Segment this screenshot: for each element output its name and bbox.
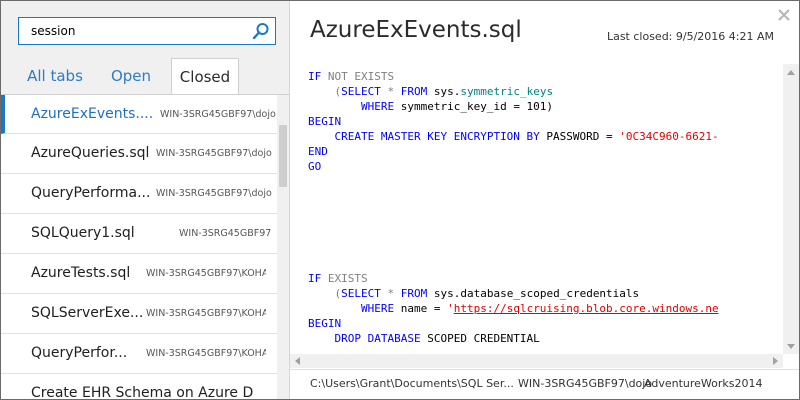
left-panel: session All tabs Open Closed AzureExEven… xyxy=(1,1,290,399)
close-icon[interactable] xyxy=(777,8,791,22)
code-token: ( xyxy=(308,287,342,300)
tab-closed[interactable]: Closed xyxy=(171,58,239,95)
list-item[interactable]: SQLServerExe... WIN-3SRG45GBF97\KOHAI xyxy=(1,294,277,334)
scroll-right-icon[interactable] xyxy=(773,357,778,365)
code-line: BEGIN xyxy=(308,317,342,330)
list-item-server: WIN-3SRG45GBF97\KOHAI xyxy=(146,348,266,359)
code-token: sys. xyxy=(427,85,461,98)
code-token: https://sqlcruising.blob.core.windows.ne xyxy=(453,302,719,315)
search-input[interactable]: session xyxy=(31,24,75,38)
code-token: SCOPED CREDENTIAL xyxy=(420,332,540,344)
code-token: '0C34C960-6621- xyxy=(619,130,719,143)
code-line: BEGIN xyxy=(308,115,342,128)
code-token: NOT EXISTS xyxy=(327,70,395,83)
list-item-server: WIN-3SRG45GBF97\dojo xyxy=(156,188,272,199)
tab-open[interactable]: Open xyxy=(101,58,161,95)
list-item-name: SQLQuery1.sql xyxy=(31,225,135,241)
list-item-server: WIN-3SRG45GBF97\KOHAI xyxy=(146,268,266,279)
closed-file-list: AzureExEvents.... WIN-3SRG45GBF97\dojo A… xyxy=(1,95,277,399)
closed-tabs-window: session All tabs Open Closed AzureExEven… xyxy=(0,0,800,400)
list-item-name: AzureExEvents.... xyxy=(31,106,154,122)
list-item[interactable]: QueryPerfor... WIN-3SRG45GBF97\KOHAI xyxy=(1,334,277,374)
code-token: CREATE MASTER KEY ENCRYPTION BY xyxy=(334,130,540,143)
tab-bar: All tabs Open Closed xyxy=(1,58,289,95)
code-horizontal-scrollbar[interactable] xyxy=(290,354,783,368)
list-item[interactable]: QueryPerforma... WIN-3SRG45GBF97\dojo xyxy=(1,174,277,214)
preview-panel: AzureExEvents.sql Last closed: 9/5/2016 … xyxy=(290,1,799,399)
scroll-down-icon[interactable] xyxy=(787,344,795,349)
list-item[interactable]: SQLQuery1.sql WIN-3SRG45GBF97 xyxy=(1,214,277,254)
search-box[interactable]: session xyxy=(18,17,276,45)
database-name: AdventureWorks2014 xyxy=(644,377,763,390)
tab-all-tabs[interactable]: All tabs xyxy=(19,58,91,95)
code-preview[interactable]: IF NOT EXISTS (SELECT * FROM sys.symmetr… xyxy=(308,64,766,344)
list-item-server: WIN-3SRG45GBF97\dojo xyxy=(156,148,272,159)
code-token: FROM xyxy=(400,287,428,300)
list-item-server: WIN-3SRG45GBF97\KOHAI xyxy=(146,308,266,319)
search-icon[interactable] xyxy=(252,22,270,40)
list-item-name: QueryPerforma... xyxy=(31,185,151,201)
code-token: symmetric_key_id = 101) xyxy=(394,100,554,113)
code-token: SELECT xyxy=(341,287,381,300)
list-item-server: WIN-3SRG45GBF97\dojo xyxy=(160,109,276,120)
code-token: sys.database_scoped_credentials xyxy=(427,287,640,300)
code-token: symmetric_keys xyxy=(460,85,554,98)
list-item-name: Create EHR Schema on Azure D xyxy=(31,385,254,399)
list-item-server: WIN-3SRG45GBF97 xyxy=(179,228,272,239)
server-name: WIN-3SRG45GBF97\dojo xyxy=(518,377,653,390)
list-item[interactable]: Create EHR Schema on Azure D xyxy=(1,374,277,399)
list-item[interactable]: AzureQueries.sql WIN-3SRG45GBF97\dojo xyxy=(1,134,277,174)
code-token: SELECT xyxy=(341,85,381,98)
list-item-name: QueryPerfor... xyxy=(31,345,128,361)
file-title: AzureExEvents.sql xyxy=(310,17,522,43)
list-item-name: AzureTests.sql xyxy=(31,265,131,281)
code-token: ' xyxy=(447,302,454,315)
scroll-left-icon[interactable] xyxy=(295,357,300,365)
list-item-name: SQLServerExe... xyxy=(31,305,144,321)
code-token: * xyxy=(380,287,401,300)
code-token: IF xyxy=(308,272,322,285)
last-closed-label: Last closed: 9/5/2016 4:21 AM xyxy=(606,30,774,43)
code-token: FROM xyxy=(400,85,428,98)
list-scroll-thumb[interactable] xyxy=(279,125,287,187)
list-item-name: AzureQueries.sql xyxy=(31,145,150,161)
status-bar: C:\Users\Grant\Documents\SQL Ser... WIN-… xyxy=(290,369,799,399)
code-token: * xyxy=(380,85,401,98)
code-token: DROP DATABASE xyxy=(334,332,421,344)
list-item[interactable]: AzureTests.sql WIN-3SRG45GBF97\KOHAI xyxy=(1,254,277,294)
code-token: PASSWORD = xyxy=(539,130,620,143)
code-token: EXISTS xyxy=(327,272,368,285)
file-path: C:\Users\Grant\Documents\SQL Ser... xyxy=(310,377,514,390)
code-token: IF xyxy=(308,70,322,83)
code-token: WHERE xyxy=(360,302,395,315)
list-item[interactable]: AzureExEvents.... WIN-3SRG45GBF97\dojo xyxy=(1,95,277,134)
code-line: GO xyxy=(308,160,322,173)
code-token: ( xyxy=(308,85,342,98)
scroll-up-icon[interactable] xyxy=(787,70,795,75)
code-line: END xyxy=(308,145,328,158)
list-scrollbar[interactable] xyxy=(277,95,289,399)
code-token: name = xyxy=(394,302,448,315)
code-vertical-scrollbar[interactable] xyxy=(783,64,799,354)
code-token: WHERE xyxy=(360,100,395,113)
